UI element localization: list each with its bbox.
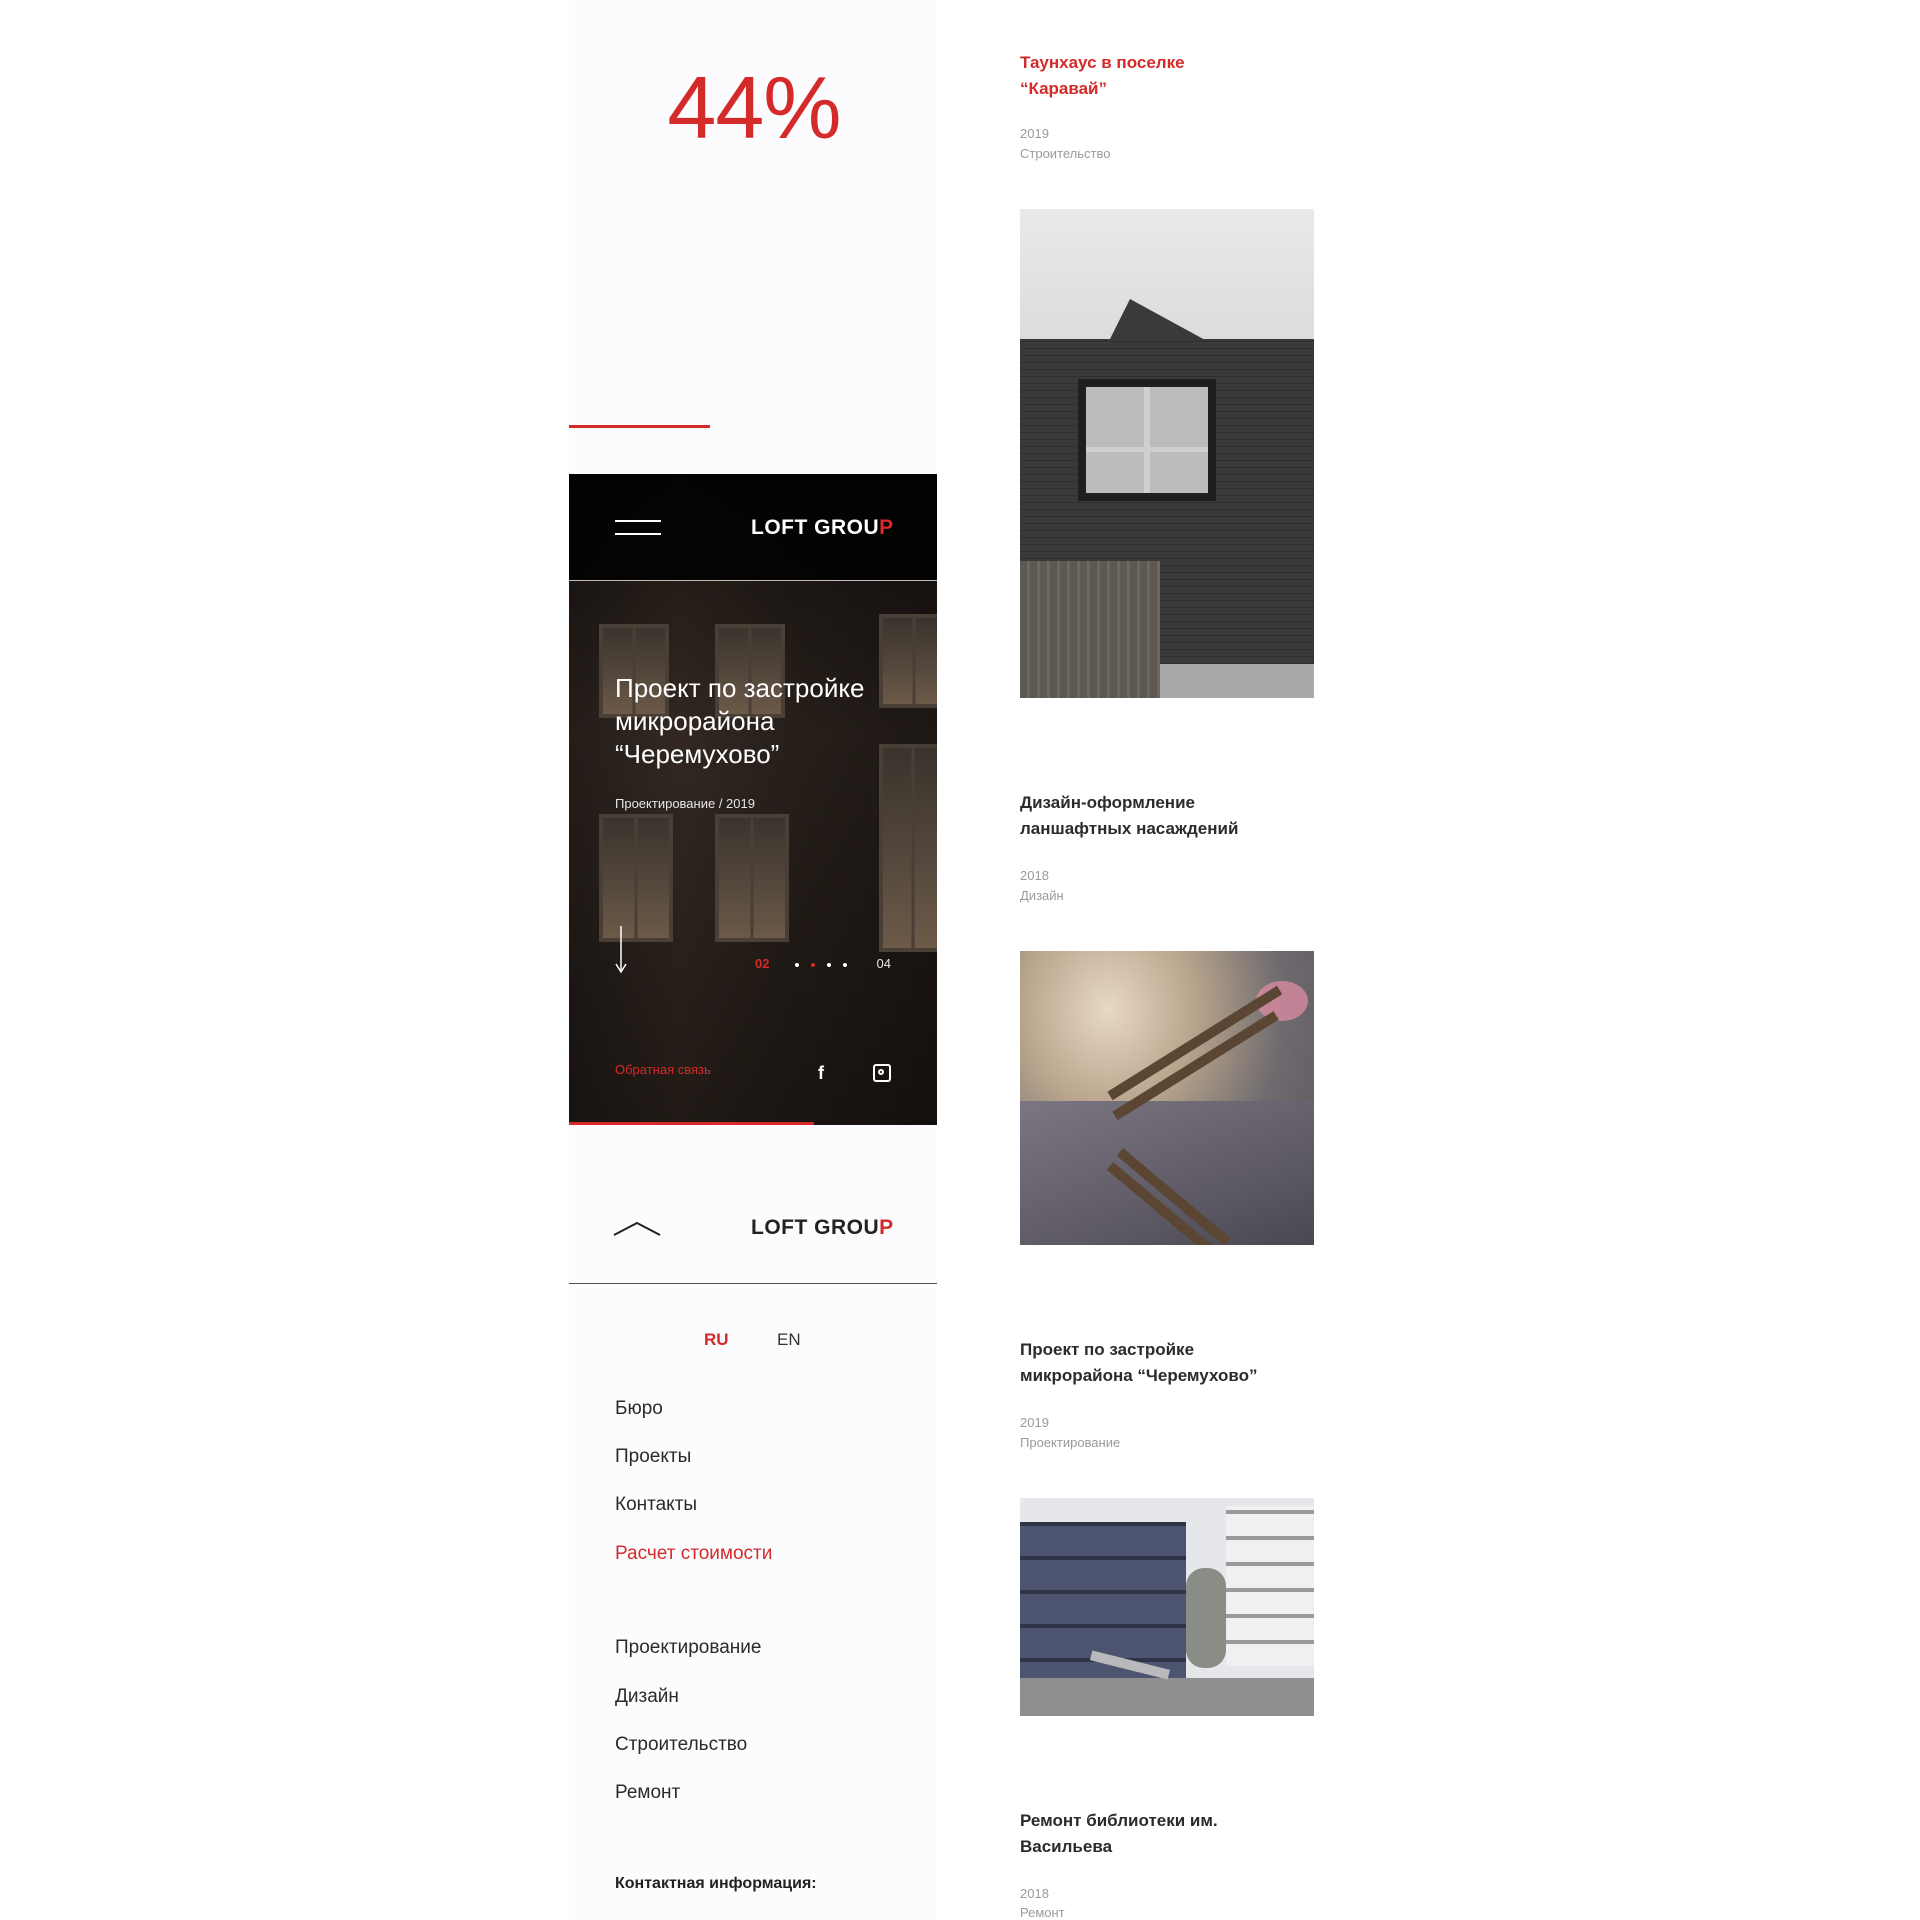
pavement — [1160, 664, 1314, 698]
logo[interactable]: LOFT GROUP — [751, 1216, 894, 1240]
hero-screen: LOFT GROUP Проект по застройке микрорайо… — [569, 474, 937, 1125]
tree — [1186, 1568, 1226, 1668]
project-title[interactable]: Проект по застройке микрорайона “Черемух… — [1020, 1337, 1280, 1389]
project-category: Проектирование — [1020, 1435, 1121, 1450]
facebook-icon[interactable]: f — [818, 1063, 824, 1084]
menu-item-bureau[interactable]: Бюро — [615, 1398, 663, 1420]
project-image[interactable] — [1020, 1498, 1314, 1716]
loading-progress-bar — [569, 425, 710, 428]
project-image[interactable] — [1020, 209, 1314, 698]
project-title[interactable]: Дизайн-оформление ланшафтных насаждений — [1020, 790, 1260, 842]
feedback-link[interactable]: Обратная связь — [615, 1062, 711, 1077]
building-window — [599, 814, 673, 942]
building-window — [879, 744, 937, 952]
logo[interactable]: LOFT GROUP — [751, 516, 894, 540]
apartment-building — [1020, 1522, 1186, 1692]
pager-dot[interactable] — [811, 963, 815, 967]
language-ru[interactable]: RU — [704, 1330, 729, 1350]
hero-title: Проект по застройке микрорайона “Черемух… — [615, 673, 865, 769]
chevron-up-icon[interactable] — [613, 1221, 661, 1237]
menu-item-projects[interactable]: Проекты — [615, 1446, 691, 1468]
hero-progress-bar — [569, 1122, 814, 1125]
project-year: 2019 — [1020, 126, 1049, 141]
pager-total: 04 — [876, 956, 891, 971]
cobblestone-path — [1020, 1101, 1314, 1245]
project-category: Дизайн — [1020, 888, 1064, 903]
pager-dot[interactable] — [795, 963, 799, 967]
project-category: Строительство — [1020, 146, 1111, 161]
scroll-down-arrow-icon[interactable] — [615, 926, 627, 974]
wooden-fence — [1020, 561, 1160, 698]
pager-current: 02 — [755, 956, 770, 971]
menu-item-contacts[interactable]: Контакты — [615, 1494, 697, 1516]
project-image[interactable] — [1020, 951, 1314, 1245]
menu-item-design-planning[interactable]: Проектирование — [615, 1637, 761, 1659]
contact-info-heading: Контактная информация: — [615, 1875, 817, 1892]
project-category: Ремонт — [1020, 1905, 1065, 1920]
project-year: 2018 — [1020, 1886, 1049, 1901]
house-window — [1078, 379, 1216, 501]
menu-item-interior-design[interactable]: Дизайн — [615, 1686, 679, 1708]
playground-yard — [1020, 1678, 1314, 1716]
pager-dot[interactable] — [843, 963, 847, 967]
project-title[interactable]: Таунхаус в поселке “Каравай” — [1020, 50, 1220, 102]
hamburger-menu-icon[interactable] — [615, 520, 661, 536]
project-year: 2018 — [1020, 868, 1049, 883]
instagram-icon[interactable] — [873, 1064, 891, 1082]
menu-item-construction[interactable]: Строительство — [615, 1734, 747, 1756]
menu-item-renovation[interactable]: Ремонт — [615, 1782, 680, 1804]
menu-header: LOFT GROUP — [569, 1172, 937, 1284]
slide-pager: 02 04 — [755, 956, 891, 972]
building-window — [715, 814, 789, 942]
hero-meta: Проектирование / 2019 — [615, 796, 755, 811]
project-title[interactable]: Ремонт библиотеки им. Васильева — [1020, 1808, 1220, 1860]
loading-percentage: 44% — [667, 58, 841, 157]
project-year: 2019 — [1020, 1415, 1049, 1430]
language-en[interactable]: EN — [777, 1330, 801, 1350]
hero-header: LOFT GROUP — [569, 474, 937, 581]
menu-item-cost-calculation[interactable]: Расчет стоимости — [615, 1543, 772, 1565]
bench-slat — [1107, 985, 1283, 1101]
apartment-building — [1226, 1506, 1314, 1666]
pager-dot[interactable] — [827, 963, 831, 967]
